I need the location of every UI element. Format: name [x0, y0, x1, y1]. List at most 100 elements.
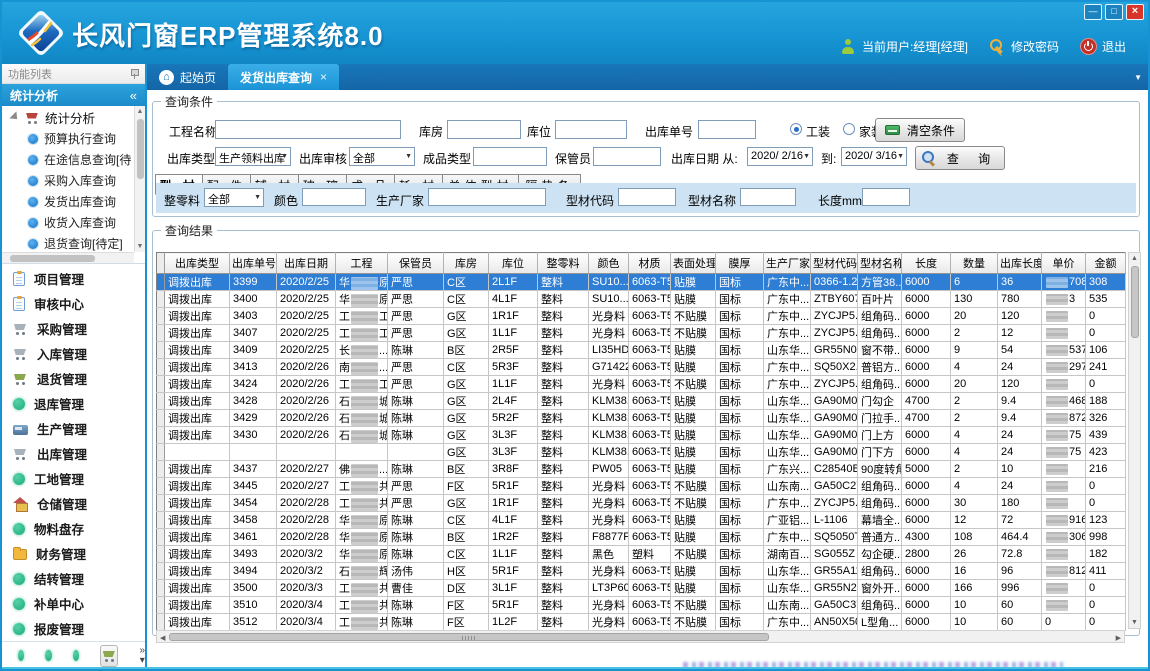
column-header[interactable]: 长度	[902, 253, 951, 274]
tab-shipping-outbound-query[interactable]: 发货出库查询 ×	[228, 64, 339, 90]
tree-item-1[interactable]: 在途信息查询[待	[2, 149, 145, 170]
table-row[interactable]: 调拨出库34582020/2/28华原...陈琳C区4L1F整料光身料6063-…	[157, 512, 1126, 529]
table-row[interactable]: 调拨出库34032020/2/25工工程严思G区1R1F整料光身料6063-T5…	[157, 308, 1126, 325]
column-header[interactable]: 膜厚	[716, 253, 764, 274]
column-header[interactable]: 表面处理	[671, 253, 716, 274]
scroll-up-icon[interactable]: ▲	[1129, 255, 1140, 262]
radio-gongzhuang-label[interactable]: 工装	[806, 123, 830, 140]
column-header[interactable]: 整零料	[538, 253, 589, 274]
column-header[interactable]: 出库长度	[998, 253, 1042, 274]
column-header[interactable]: 出库类型	[165, 253, 230, 274]
manufacturer-input[interactable]	[428, 188, 546, 206]
clear-conditions-button[interactable]: 清空条件	[875, 118, 965, 142]
profile-code-input[interactable]	[618, 188, 676, 206]
table-horizontal-scrollbar[interactable]: ◀ ▶	[156, 630, 1125, 643]
table-row[interactable]: 调拨出库34542020/2/28工共工程严思G区1R1F整料光身料6063-T…	[157, 495, 1126, 512]
sidebar-menu-item-9[interactable]: 仓储管理	[2, 491, 145, 516]
sidebar-menu-item-2[interactable]: 采购管理	[2, 316, 145, 341]
logout[interactable]: 退出	[1081, 38, 1126, 55]
scroll-up-icon[interactable]: ▲	[135, 108, 145, 115]
table-vertical-scrollbar[interactable]: ▲ ▼	[1128, 252, 1141, 629]
scroll-thumb[interactable]	[169, 633, 769, 641]
warehouse-input[interactable]	[447, 120, 521, 139]
whole-part-select[interactable]: 全部▼	[204, 188, 264, 207]
column-header[interactable]: 数量	[951, 253, 998, 274]
column-header[interactable]: 出库单号	[230, 253, 277, 274]
maximize-button[interactable]: □	[1105, 4, 1123, 20]
table-row[interactable]: G区3L3F整料KLM38176063-T5贴膜国标山东华...GA90M09.…	[157, 444, 1126, 461]
table-row[interactable]: 调拨出库34002020/2/25华原...严思C区4L1F整料SU10...6…	[157, 291, 1126, 308]
project-name-input[interactable]	[215, 120, 401, 139]
radio-jiazhuang[interactable]	[843, 123, 855, 135]
column-header[interactable]: 金额	[1086, 253, 1126, 274]
column-header[interactable]: 保管员	[388, 253, 444, 274]
close-button[interactable]: ×	[1126, 4, 1144, 20]
location-input[interactable]	[555, 120, 627, 139]
sidebar-menu-item-10[interactable]: 物料盘存	[2, 516, 145, 541]
column-header[interactable]: 型材代码	[811, 253, 858, 274]
table-row[interactable]: 调拨出库33992020/2/25华原...严思C区2L1F整料SU10...6…	[157, 274, 1126, 291]
sidebar-menu-item-3[interactable]: 入库管理	[2, 341, 145, 366]
column-header[interactable]: 库位	[489, 253, 538, 274]
table-row[interactable]: 调拨出库34932020/3/2华原...陈琳C区1L1F整料黑色塑料不贴膜国标…	[157, 546, 1126, 563]
scroll-left-icon[interactable]: ◀	[160, 634, 165, 642]
dot-icon[interactable]	[73, 650, 79, 661]
date-to-select[interactable]: 2020/ 3/16▼	[841, 147, 907, 166]
tree-horizontal-scrollbar[interactable]	[2, 252, 134, 263]
tree-item-5[interactable]: 退货查询[待定]	[2, 233, 145, 254]
sidebar-menu-item-11[interactable]: 财务管理	[2, 541, 145, 566]
sidebar-menu-item-4[interactable]: 退货管理	[2, 366, 145, 391]
sidebar-menu-item-7[interactable]: 出库管理	[2, 441, 145, 466]
change-password[interactable]: 修改密码	[990, 38, 1059, 55]
table-row[interactable]: 调拨出库34242020/2/26工工程严思G区1L1F整料光身料6063-T5…	[157, 376, 1126, 393]
tree-vertical-scrollbar[interactable]: ▲ ▼	[134, 106, 145, 252]
table-row[interactable]: 调拨出库34372020/2/27佛...陈琳B区3R8F整料PW056063-…	[157, 461, 1126, 478]
table-row[interactable]: 调拨出库34072020/2/25工工程严思G区1L1F整料光身料6063-T5…	[157, 325, 1126, 342]
column-header[interactable]: 材质	[629, 253, 671, 274]
dot-icon[interactable]	[45, 650, 51, 661]
scroll-thumb[interactable]	[137, 119, 144, 179]
color-input[interactable]	[302, 188, 366, 206]
scroll-thumb[interactable]	[1131, 266, 1139, 338]
tree-root[interactable]: 统计分析	[2, 106, 145, 128]
order-no-input[interactable]	[698, 120, 756, 139]
expander-icon[interactable]	[9, 111, 20, 122]
minimize-button[interactable]: —	[1084, 4, 1102, 20]
column-header[interactable]: 颜色	[589, 253, 629, 274]
scroll-down-icon[interactable]: ▼	[135, 243, 145, 250]
scroll-thumb[interactable]	[10, 255, 95, 262]
profile-name-input[interactable]	[740, 188, 796, 206]
sidebar-menu-item-6[interactable]: 生产管理	[2, 416, 145, 441]
sidebar-menu-item-0[interactable]: 项目管理	[2, 266, 145, 291]
sidebar-menu-item-14[interactable]: 报废管理	[2, 616, 145, 641]
table-row[interactable]: 调拨出库34302020/2/26石城陈琳G区3L3F整料KLM38176063…	[157, 427, 1126, 444]
table-row[interactable]: 调拨出库34092020/2/25长...陈琳B区2R5F整料LI35HD606…	[157, 342, 1126, 359]
keeper-input[interactable]	[593, 147, 661, 166]
audit-select[interactable]: 全部▼	[349, 147, 415, 166]
sidebar-menu-item-1[interactable]: 审核中心	[2, 291, 145, 316]
table-row[interactable]: 调拨出库34132020/2/26南...严思C区5R3F整料G71422606…	[157, 359, 1126, 376]
sidebar-menu-item-8[interactable]: 工地管理	[2, 466, 145, 491]
tab-start-page[interactable]: ⌂ 起始页	[147, 64, 228, 90]
dot-icon[interactable]	[18, 650, 24, 661]
radio-gongzhuang[interactable]	[790, 123, 802, 135]
table-row[interactable]: 调拨出库34452020/2/27工共工程严思F区5R1F整料光身料6063-T…	[157, 478, 1126, 495]
length-input[interactable]	[862, 188, 910, 206]
column-header[interactable]: 库房	[444, 253, 489, 274]
table-row[interactable]: 调拨出库35002020/3/3工共工程曹佳D区3L1F整料LT3P606063…	[157, 580, 1126, 597]
table-row[interactable]: 调拨出库34612020/2/28华原...陈琳B区1R2F整料F8877FT6…	[157, 529, 1126, 546]
out-type-select[interactable]: 生产领料出库▼	[215, 147, 291, 166]
tree-item-4[interactable]: 收货入库查询	[2, 212, 145, 233]
product-type-input[interactable]	[473, 147, 547, 166]
tree-item-2[interactable]: 采购入库查询	[2, 170, 145, 191]
date-from-select[interactable]: 2020/ 2/16▼	[747, 147, 813, 166]
cart-shortcut-button[interactable]	[100, 645, 118, 667]
tab-close-icon[interactable]: ×	[320, 70, 327, 84]
sidebar-menu-item-5[interactable]: 退库管理	[2, 391, 145, 416]
column-header[interactable]: 单价	[1042, 253, 1086, 274]
table-row[interactable]: 调拨出库34942020/3/2石辉城汤伟H区5R1F整料光身料6063-T5贴…	[157, 563, 1126, 580]
table-row[interactable]: 调拨出库35102020/3/4工共工程陈琳F区5R1F整料光身料6063-T5…	[157, 597, 1126, 614]
column-header[interactable]: 生产厂家	[764, 253, 811, 274]
sidebar-menu-item-13[interactable]: 补单中心	[2, 591, 145, 616]
table-row[interactable]: 调拨出库34282020/2/26石城陈琳G区2L4F整料KLM38176063…	[157, 393, 1126, 410]
